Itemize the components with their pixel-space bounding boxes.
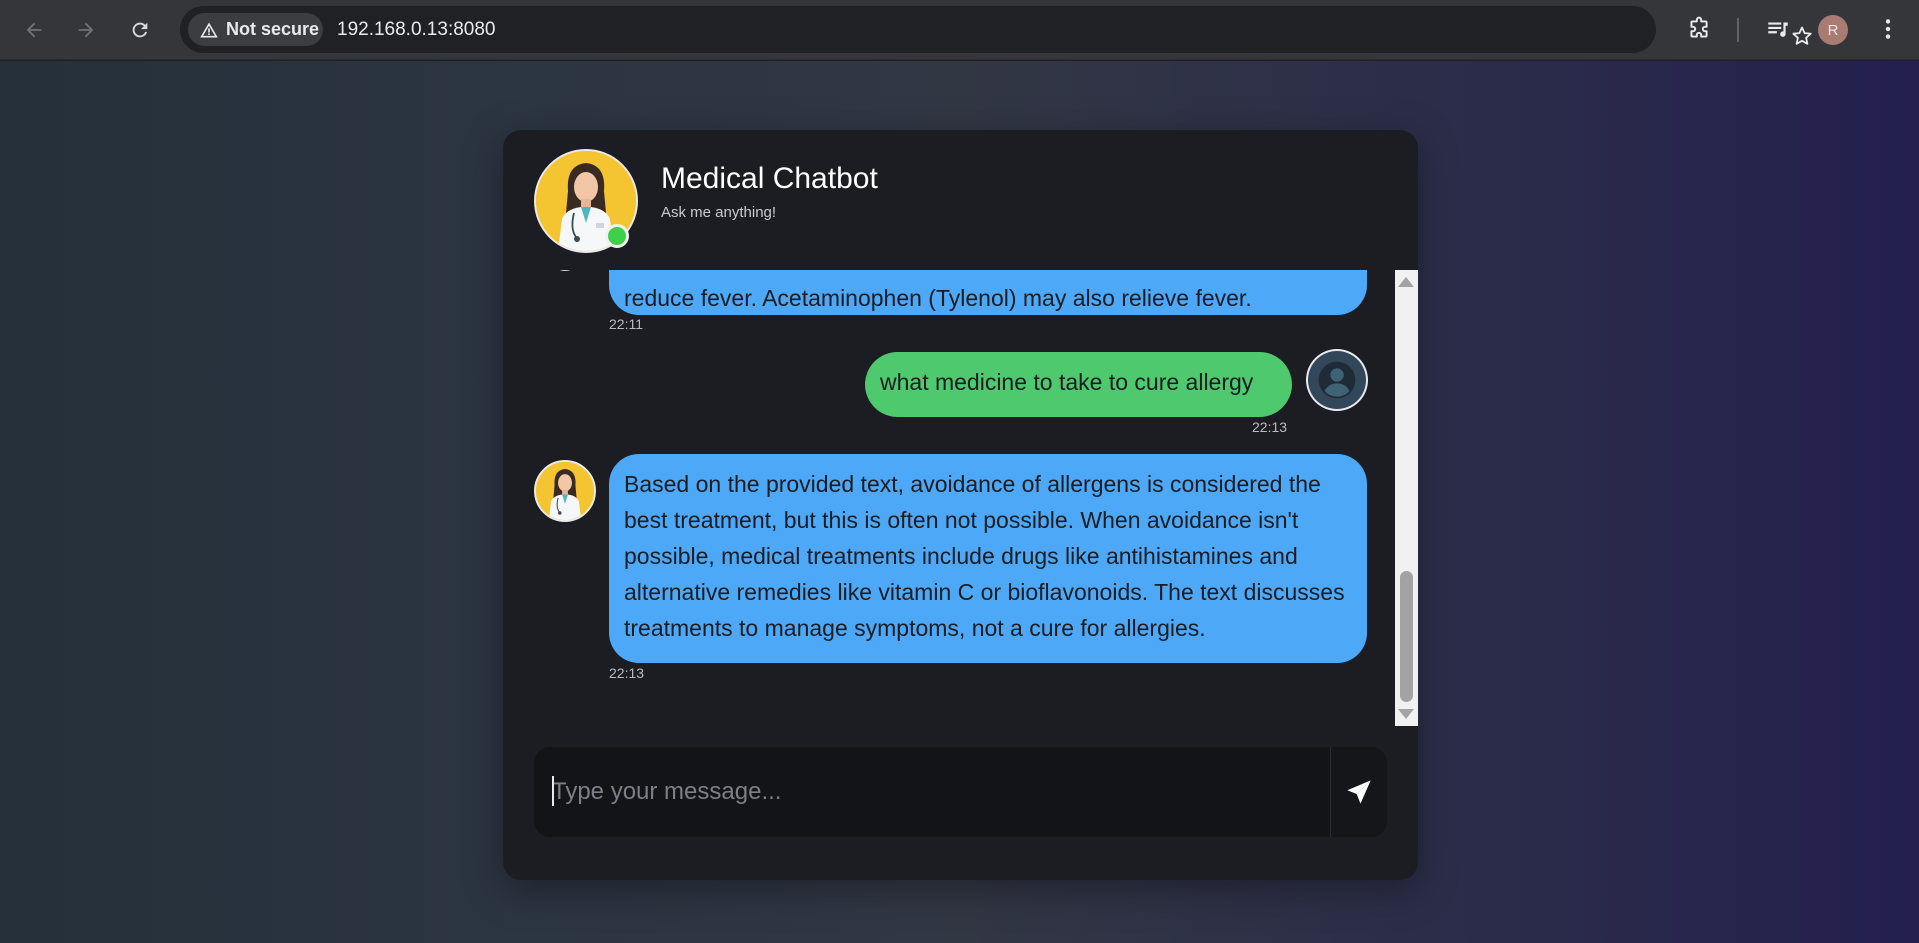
arrow-right-icon bbox=[78, 22, 94, 38]
forward-button[interactable] bbox=[70, 14, 102, 46]
message-composer bbox=[534, 747, 1387, 837]
bot-avatar-small bbox=[550, 270, 580, 271]
message-list[interactable]: reduce fever. Acetaminophen (Tylenol) ma… bbox=[503, 270, 1418, 726]
bot-avatar-small bbox=[534, 460, 596, 522]
arrow-left-icon bbox=[26, 22, 42, 38]
chat-subtitle: Ask me anything! bbox=[661, 204, 777, 221]
browser-menu-button[interactable] bbox=[1872, 13, 1904, 45]
security-label: Not secure bbox=[226, 19, 320, 39]
chat-title: Medical Chatbot bbox=[661, 162, 878, 195]
online-status-indicator bbox=[605, 224, 629, 248]
message-timestamp: 22:13 bbox=[609, 665, 645, 681]
back-button[interactable] bbox=[18, 14, 50, 46]
url-text[interactable]: 192.168.0.13:8080 bbox=[337, 19, 496, 41]
address-bar[interactable]: Not secure 192.168.0.13:8080 bbox=[180, 6, 1812, 53]
message-scrollbar[interactable] bbox=[1395, 270, 1418, 726]
kebab-menu-icon bbox=[1885, 19, 1891, 39]
profile-avatar[interactable]: R bbox=[1818, 15, 1848, 45]
reload-button[interactable] bbox=[124, 14, 156, 46]
user-message-bubble: what medicine to take to cure allergy bbox=[865, 352, 1292, 417]
scrollbar-thumb[interactable] bbox=[1400, 571, 1413, 702]
media-control-icon bbox=[1768, 22, 1788, 37]
media-controls-button[interactable] bbox=[1762, 13, 1794, 45]
extensions-button[interactable] bbox=[1683, 13, 1715, 45]
send-button[interactable] bbox=[1330, 747, 1387, 837]
chat-container: Medical Chatbot Ask me anything! reduce … bbox=[503, 130, 1418, 880]
reload-icon bbox=[132, 22, 148, 38]
user-icon bbox=[1318, 361, 1356, 399]
paper-plane-icon bbox=[1347, 780, 1371, 804]
warning-triangle-icon bbox=[200, 22, 218, 37]
scroll-down-arrow[interactable] bbox=[1398, 709, 1414, 719]
doctor-avatar-icon bbox=[536, 462, 594, 520]
scroll-up-arrow[interactable] bbox=[1398, 277, 1414, 287]
bot-message-bubble: reduce fever. Acetaminophen (Tylenol) ma… bbox=[609, 270, 1367, 315]
user-avatar bbox=[1306, 349, 1368, 411]
browser-toolbar: Not secure 192.168.0.13:8080 R bbox=[0, 0, 1919, 60]
security-indicator[interactable]: Not secure bbox=[188, 13, 323, 46]
puzzle-icon bbox=[1690, 16, 1708, 38]
message-timestamp: 22:11 bbox=[609, 316, 643, 332]
message-timestamp: 22:13 bbox=[1252, 419, 1288, 435]
chat-header: Medical Chatbot Ask me anything! bbox=[503, 130, 1418, 270]
toolbar-divider bbox=[1737, 18, 1739, 42]
page-background: Medical Chatbot Ask me anything! reduce … bbox=[0, 61, 1919, 943]
message-input[interactable] bbox=[534, 747, 1330, 837]
text-caret bbox=[552, 776, 554, 806]
bot-message-bubble: Based on the provided text, avoidance of… bbox=[609, 454, 1367, 663]
